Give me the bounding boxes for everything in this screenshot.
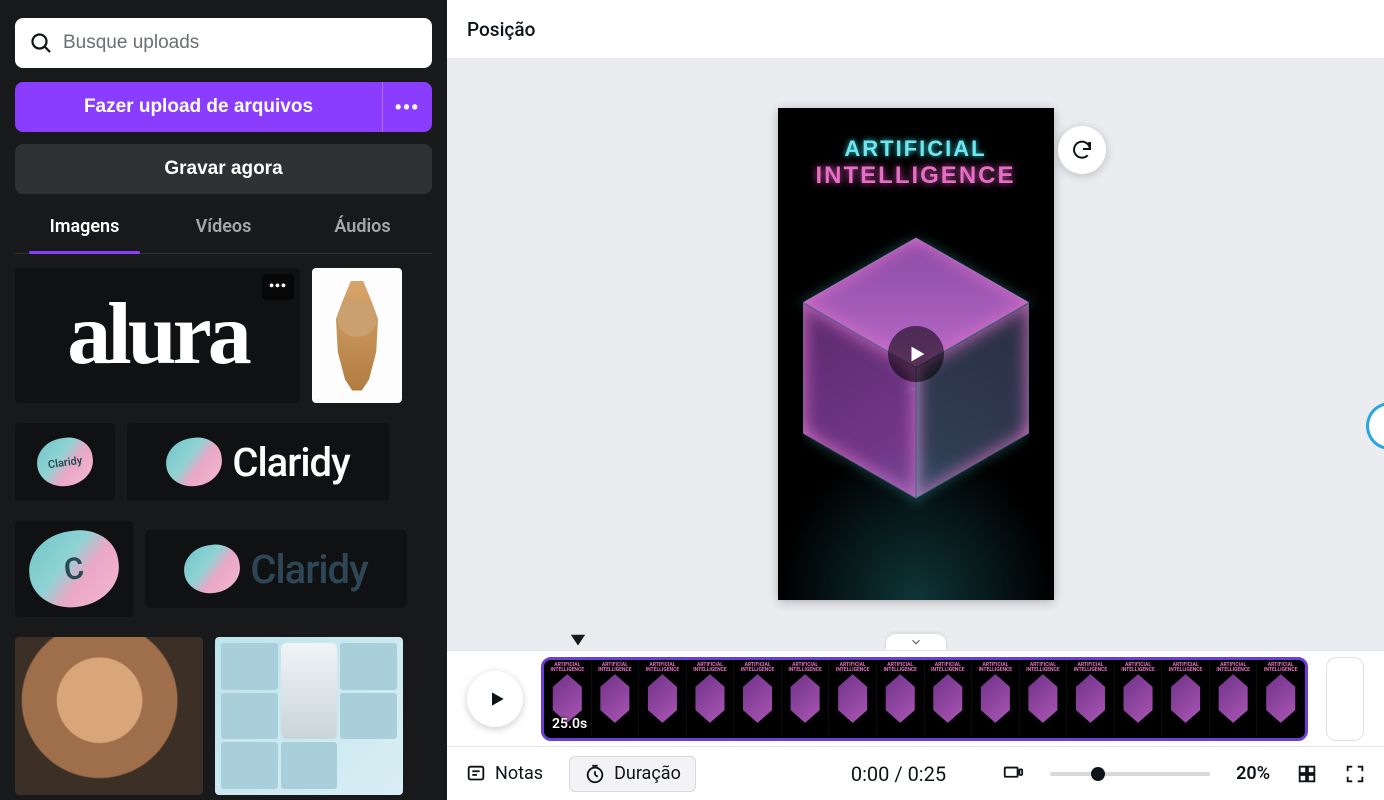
- clip-frame: [734, 660, 782, 738]
- tab-videos[interactable]: Vídeos: [154, 216, 293, 253]
- editor-topbar: Posição: [447, 0, 1384, 58]
- photo-placeholder: [15, 637, 203, 795]
- search-input[interactable]: [63, 32, 418, 54]
- groot-figure: [327, 281, 387, 391]
- upload-thumb-alura[interactable]: alura •••: [15, 268, 300, 403]
- more-icon: •••: [395, 97, 420, 118]
- upload-thumb-claridy-c[interactable]: C: [15, 521, 133, 617]
- record-now-button[interactable]: Gravar agora: [15, 144, 432, 194]
- claridy-blob-icon: C: [24, 525, 124, 613]
- clip-frame: [1162, 660, 1210, 738]
- fullscreen-icon[interactable]: [1344, 763, 1366, 785]
- notes-button[interactable]: Notas: [465, 763, 543, 785]
- zoom-slider[interactable]: [1050, 772, 1210, 776]
- uploads-list: alura ••• Claridy Claridy C: [15, 268, 432, 800]
- design-title: ARTIFICIAL INTELLIGENCE: [778, 136, 1054, 190]
- clip-frame: [877, 660, 925, 738]
- clip-frame: [1115, 660, 1163, 738]
- upload-files-button[interactable]: Fazer upload de arquivos: [15, 82, 382, 132]
- clip-frame: [829, 660, 877, 738]
- play-icon: [487, 689, 507, 709]
- photo-placeholder: [215, 637, 403, 795]
- clip-duration-badge: 25.0s: [552, 716, 587, 732]
- play-icon: [906, 343, 928, 365]
- upload-thumb-groot[interactable]: [312, 268, 402, 403]
- tab-images[interactable]: Imagens: [15, 216, 154, 253]
- clip-frame: [1257, 660, 1305, 738]
- uploads-panel: Fazer upload de arquivos ••• Gravar agor…: [0, 0, 447, 800]
- uploads-tabs: Imagens Vídeos Áudios: [15, 216, 432, 254]
- notes-icon: [465, 763, 487, 785]
- claridy-blob-icon: [181, 541, 243, 596]
- clock-icon: [584, 763, 606, 785]
- clip-frame: [972, 660, 1020, 738]
- upload-thumb-claridy-logo-dark[interactable]: Claridy: [145, 530, 407, 608]
- regenerate-button[interactable]: [1058, 126, 1106, 174]
- sparkle-refresh-icon: [1070, 138, 1094, 162]
- clip-frame: [925, 660, 973, 738]
- grid-view-icon[interactable]: [1296, 763, 1318, 785]
- thumb-text: alura: [67, 300, 247, 370]
- add-clip-button[interactable]: [1326, 657, 1364, 741]
- clip-frame: [687, 660, 735, 738]
- upload-menu-button[interactable]: •••: [382, 82, 432, 132]
- timeline-clip[interactable]: 25.0s: [541, 657, 1308, 741]
- clip-frame: [592, 660, 640, 738]
- bottom-bar: Notas Duração 0:00 / 0:25 20%: [447, 746, 1384, 800]
- tab-audios[interactable]: Áudios: [293, 216, 432, 253]
- thumb-text: Claridy: [250, 546, 367, 593]
- clip-frame: [1067, 660, 1115, 738]
- timeline-play-button[interactable]: [467, 671, 523, 727]
- editor-area: Posição ARTIFICIAL INTELLIGENCE: [447, 0, 1384, 800]
- claridy-blob-icon: [163, 434, 225, 489]
- timeline: 25.0s: [447, 650, 1384, 746]
- pages-view-icon[interactable]: [1002, 763, 1024, 785]
- claridy-blob-icon: Claridy: [34, 434, 96, 489]
- clip-frame: [1210, 660, 1258, 738]
- thumb-more-button[interactable]: •••: [262, 274, 294, 300]
- upload-thumb-claridy-badge[interactable]: Claridy: [15, 423, 115, 501]
- preview-play-button[interactable]: [888, 326, 944, 382]
- slider-handle[interactable]: [1091, 767, 1105, 781]
- thumb-text: Claridy: [232, 439, 349, 486]
- search-icon: [29, 31, 53, 55]
- clip-frame: [639, 660, 687, 738]
- time-counter: 0:00 / 0:25: [851, 762, 946, 786]
- position-button[interactable]: Posição: [467, 18, 535, 41]
- design-frame[interactable]: ARTIFICIAL INTELLIGENCE: [778, 108, 1054, 600]
- collapse-timeline-button[interactable]: [886, 634, 946, 650]
- duration-button[interactable]: Duração: [569, 756, 696, 792]
- clip-frame: [1020, 660, 1068, 738]
- upload-thumb-claridy-logo-light[interactable]: Claridy: [127, 423, 389, 501]
- zoom-value: 20%: [1236, 763, 1270, 784]
- chevron-down-icon: [909, 635, 923, 649]
- clip-frame: [782, 660, 830, 738]
- upload-thumb-person[interactable]: [15, 637, 203, 795]
- help-button[interactable]: [1366, 402, 1384, 450]
- search-uploads[interactable]: [15, 18, 432, 68]
- upload-thumb-ai-scene[interactable]: [215, 637, 403, 795]
- canvas-area[interactable]: ARTIFICIAL INTELLIGENCE: [447, 58, 1384, 650]
